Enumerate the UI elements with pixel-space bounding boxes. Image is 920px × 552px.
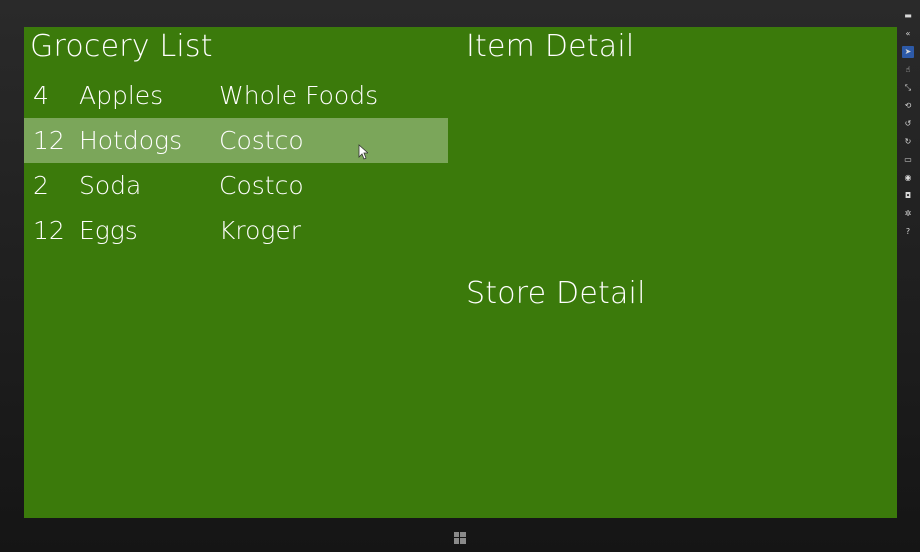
touch-icon[interactable]: ☝: [902, 64, 914, 76]
mouse-pointer-icon: [358, 144, 368, 160]
collapse-icon[interactable]: «: [902, 28, 914, 40]
help-icon[interactable]: ?: [902, 226, 914, 238]
item-store: Whole Foods: [219, 81, 379, 110]
list-item-selected[interactable]: 12 Hotdogs Costco: [24, 118, 448, 163]
list-item[interactable]: 2 Soda Costco: [24, 163, 448, 208]
minimize-icon[interactable]: ▬: [902, 10, 914, 22]
item-store: Costco: [219, 171, 304, 200]
item-store: Costco: [219, 126, 304, 155]
item-name: Hotdogs: [79, 126, 183, 155]
item-name: Apples: [79, 81, 164, 110]
simulator-toolbar: ▬ « ➤ ☝ ⤡ ⟲ ↺ ↻ ▭ ◉ ◘ ✲ ?: [900, 10, 916, 250]
app-screen: Grocery List 4 Apples Whole Foods 12 Hot…: [24, 27, 897, 518]
item-quantity: 12: [33, 216, 65, 245]
camera-icon[interactable]: ◘: [902, 190, 914, 202]
display-icon[interactable]: ▭: [902, 154, 914, 166]
item-quantity: 12: [33, 126, 65, 155]
location-icon[interactable]: ◉: [902, 172, 914, 184]
item-detail-title: Item Detail: [466, 29, 635, 64]
pinch-icon[interactable]: ⤡: [902, 82, 914, 94]
rotate-icon[interactable]: ⟲: [902, 100, 914, 112]
list-item[interactable]: 12 Eggs Kroger: [24, 208, 448, 253]
rotate-right-icon[interactable]: ↻: [902, 136, 914, 148]
item-store: Kroger: [219, 216, 302, 245]
rotate-left-icon[interactable]: ↺: [902, 118, 914, 130]
item-quantity: 4: [33, 81, 49, 110]
grocery-list-title: Grocery List: [30, 29, 213, 64]
item-name: Soda: [79, 171, 142, 200]
grocery-list: 4 Apples Whole Foods 12 Hotdogs Costco 2…: [24, 73, 448, 253]
pointer-icon[interactable]: ➤: [902, 46, 914, 58]
windows-logo-icon[interactable]: [454, 532, 466, 544]
store-detail-title: Store Detail: [466, 276, 646, 311]
item-quantity: 2: [33, 171, 49, 200]
list-item[interactable]: 4 Apples Whole Foods: [24, 73, 448, 118]
item-name: Eggs: [79, 216, 138, 245]
settings-icon[interactable]: ✲: [902, 208, 914, 220]
